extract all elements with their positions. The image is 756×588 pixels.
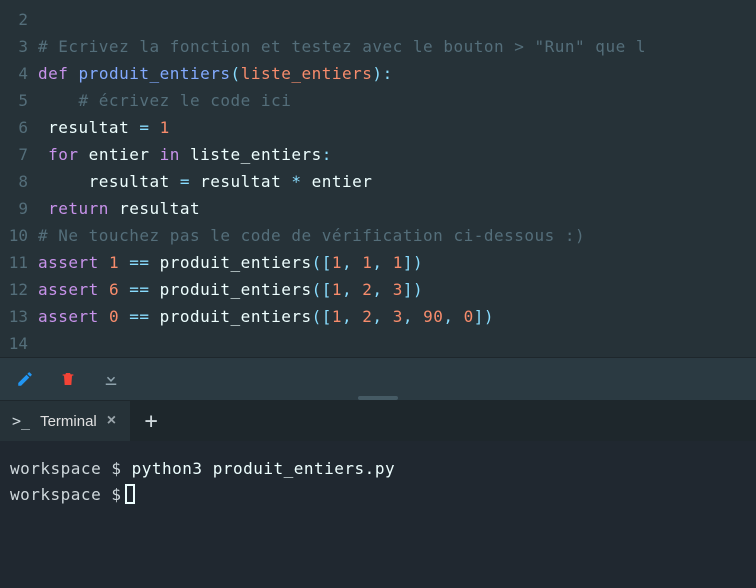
line-number: 8 — [0, 172, 30, 191]
line-number: 12 — [0, 280, 30, 299]
terminal-line: workspace $ python3 produit_entiers.py — [10, 455, 746, 481]
editor-line[interactable]: 14 — [0, 330, 756, 357]
tab-terminal[interactable]: >_ Terminal × — [0, 401, 131, 441]
line-number: 13 — [0, 307, 30, 326]
line-number: 3 — [0, 37, 30, 56]
panel-resize-handle[interactable] — [358, 396, 398, 400]
line-content[interactable]: for entier in liste_entiers: — [30, 145, 332, 164]
line-content[interactable]: resultat = 1 — [30, 118, 170, 137]
tab-label: Terminal — [40, 413, 97, 430]
prompt-symbol: $ — [111, 459, 121, 478]
line-number: 4 — [0, 64, 30, 83]
editor-toolbar — [0, 357, 756, 401]
editor-line[interactable]: 11assert 1 == produit_entiers([1, 1, 1]) — [0, 249, 756, 276]
line-content[interactable]: # Ne touchez pas le code de vérification… — [30, 226, 585, 245]
line-number: 7 — [0, 145, 30, 164]
editor-line[interactable]: 6 resultat = 1 — [0, 114, 756, 141]
line-number: 2 — [0, 10, 30, 29]
add-tab-button[interactable]: + — [131, 401, 171, 441]
line-number: 6 — [0, 118, 30, 137]
editor-line[interactable]: 5 # écrivez le code ici — [0, 87, 756, 114]
editor-line[interactable]: 4def produit_entiers(liste_entiers): — [0, 60, 756, 87]
terminal-icon: >_ — [12, 412, 30, 430]
editor-line[interactable]: 3# Ecrivez la fonction et testez avec le… — [0, 33, 756, 60]
trash-icon[interactable] — [60, 370, 76, 388]
terminal-panel[interactable]: workspace $ python3 produit_entiers.py w… — [0, 441, 756, 588]
download-icon[interactable] — [102, 370, 120, 388]
editor-line[interactable]: 7 for entier in liste_entiers: — [0, 141, 756, 168]
prompt-cwd: workspace — [10, 459, 101, 478]
terminal-cursor — [125, 484, 135, 504]
prompt-symbol: $ — [111, 485, 121, 504]
line-number: 11 — [0, 253, 30, 272]
terminal-line: workspace $ — [10, 481, 746, 507]
line-content[interactable]: assert 6 == produit_entiers([1, 2, 3]) — [30, 280, 423, 299]
panel-tabbar: >_ Terminal × + — [0, 401, 756, 441]
line-number: 14 — [0, 334, 30, 353]
editor-line[interactable]: 8 resultat = resultat * entier — [0, 168, 756, 195]
line-number: 10 — [0, 226, 30, 245]
line-content[interactable]: return resultat — [30, 199, 200, 218]
line-number: 9 — [0, 199, 30, 218]
prompt-cwd: workspace — [10, 485, 101, 504]
close-icon[interactable]: × — [107, 412, 116, 430]
editor-line[interactable]: 10# Ne touchez pas le code de vérificati… — [0, 222, 756, 249]
line-number: 5 — [0, 91, 30, 110]
line-content[interactable]: # Ecrivez la fonction et testez avec le … — [30, 37, 646, 56]
line-content[interactable]: resultat = resultat * entier — [30, 172, 372, 191]
pencil-icon[interactable] — [16, 370, 34, 388]
terminal-command: python3 produit_entiers.py — [132, 459, 395, 478]
editor-line[interactable]: 12assert 6 == produit_entiers([1, 2, 3]) — [0, 276, 756, 303]
editor-line[interactable]: 2 — [0, 6, 756, 33]
editor-line[interactable]: 13assert 0 == produit_entiers([1, 2, 3, … — [0, 303, 756, 330]
code-editor[interactable]: 2 3# Ecrivez la fonction et testez avec l… — [0, 0, 756, 357]
line-content[interactable]: assert 1 == produit_entiers([1, 1, 1]) — [30, 253, 423, 272]
line-content[interactable]: # écrivez le code ici — [30, 91, 291, 110]
editor-line[interactable]: 9 return resultat — [0, 195, 756, 222]
line-content[interactable]: def produit_entiers(liste_entiers): — [30, 64, 393, 83]
line-content[interactable]: assert 0 == produit_entiers([1, 2, 3, 90… — [30, 307, 494, 326]
